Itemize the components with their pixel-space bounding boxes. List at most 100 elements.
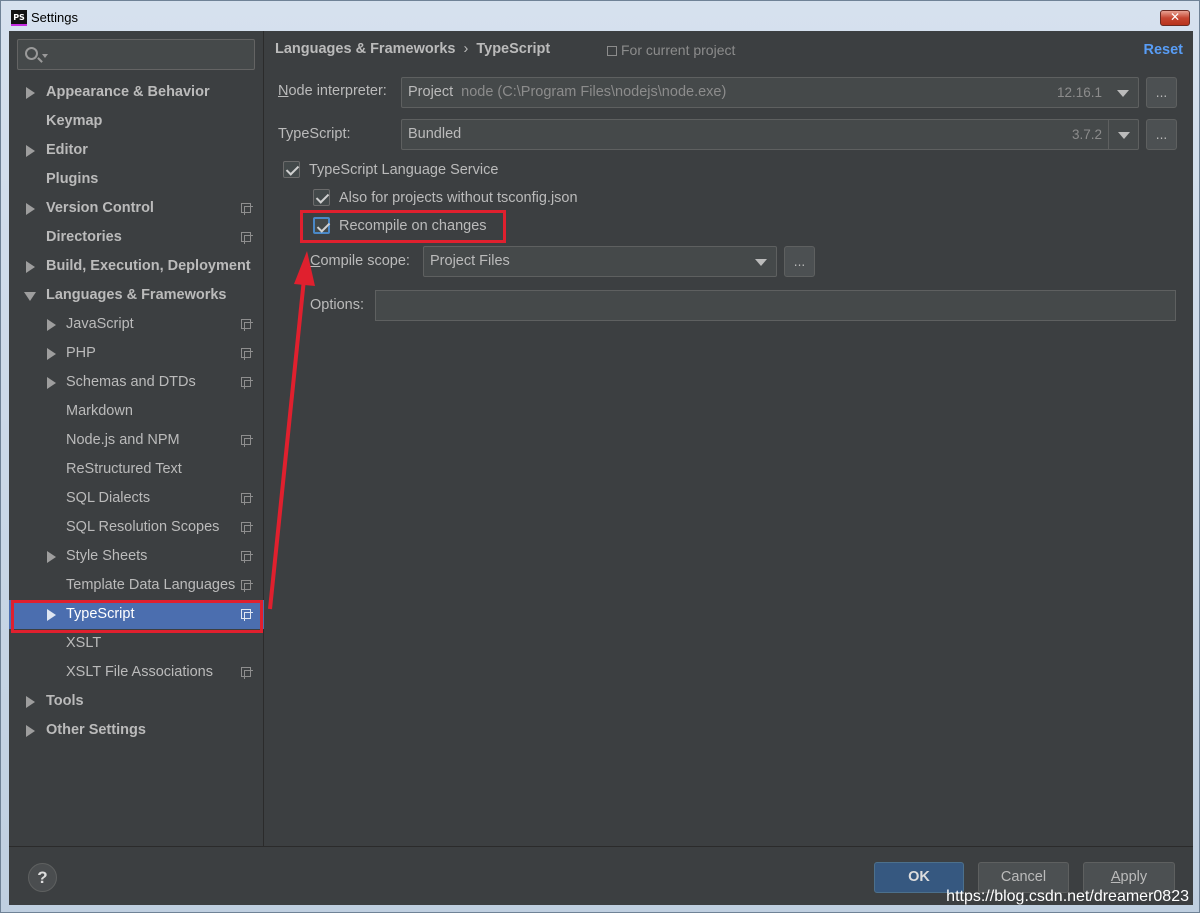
dialog-body: Appearance & Behavior Keymap Editor Plugins… (9, 31, 1193, 905)
chevron-down-icon[interactable] (1108, 78, 1138, 107)
sidebar-item-markdown[interactable]: Markdown (9, 397, 264, 426)
sidebar-item-xslt[interactable]: XSLT (9, 629, 264, 658)
reset-link[interactable]: Reset (1144, 42, 1184, 58)
window-title: Settings (31, 10, 78, 25)
sidebar-item-label: SQL Dialects (66, 490, 151, 506)
sidebar-item-javascript[interactable]: JavaScript (9, 310, 264, 339)
sidebar-item-restructured-text[interactable]: ReStructured Text (9, 455, 264, 484)
language-service-checkbox[interactable] (283, 161, 300, 178)
search-history-caret-icon[interactable] (42, 54, 48, 58)
project-level-icon (241, 551, 253, 563)
apply-label: pply (1120, 869, 1148, 885)
project-level-icon (241, 609, 253, 621)
project-level-icon (241, 522, 253, 534)
compile-scope-browse-button[interactable]: ... (784, 246, 815, 277)
recompile-checkbox[interactable] (313, 217, 330, 234)
close-window-button[interactable]: ✕ (1160, 10, 1190, 26)
sidebar-item-appearance-behavior[interactable]: Appearance & Behavior (9, 78, 264, 107)
sidebar-item-sql-resolution-scopes[interactable]: SQL Resolution Scopes (9, 513, 264, 542)
typescript-version: 3.7.2 (1071, 127, 1102, 142)
collapsed-arrow-icon[interactable] (26, 725, 35, 737)
breadcrumb-separator: › (463, 41, 469, 57)
chevron-down-icon[interactable] (746, 247, 776, 276)
compile-scope-label-text: ompile scope: (320, 253, 410, 269)
sidebar-item-node-js-and-npm[interactable]: Node.js and NPM (9, 426, 264, 455)
sidebar-item-tools[interactable]: Tools (9, 687, 264, 716)
chevron-down-icon[interactable] (1108, 120, 1138, 149)
sidebar-item-label: Keymap (46, 113, 103, 129)
expanded-arrow-icon[interactable] (24, 292, 36, 301)
sidebar-item-languages-frameworks[interactable]: Languages & Frameworks (9, 281, 264, 310)
project-level-icon (241, 348, 253, 360)
sidebar-item-label: Version Control (46, 200, 154, 216)
settings-window: PS Settings ✕ Appearance & Behavior Keyma… (0, 0, 1200, 913)
help-button[interactable]: ? (28, 863, 57, 892)
collapsed-arrow-icon[interactable] (47, 319, 56, 331)
collapsed-arrow-icon[interactable] (26, 87, 35, 99)
sidebar-item-label: Style Sheets (66, 548, 148, 564)
sidebar-item-label: Tools (46, 693, 84, 709)
sidebar-item-label: JavaScript (66, 316, 134, 332)
compile-scope-mnemonic: C (310, 253, 321, 269)
sidebar-item-plugins[interactable]: Plugins (9, 165, 264, 194)
sidebar-item-schemas-and-dtds[interactable]: Schemas and DTDs (9, 368, 264, 397)
typescript-version-select[interactable]: Bundled 3.7.2 (401, 119, 1139, 150)
breadcrumb: Languages & Frameworks › TypeScript (275, 41, 550, 57)
project-level-icon (241, 435, 253, 447)
sidebar-item-typescript[interactable]: TypeScript (9, 600, 264, 629)
no-tsconfig-checkbox[interactable] (313, 189, 330, 206)
collapsed-arrow-icon[interactable] (26, 261, 35, 273)
collapsed-arrow-icon[interactable] (26, 696, 35, 708)
sidebar-item-label: Node.js and NPM (66, 432, 180, 448)
typescript-value: Bundled (408, 126, 462, 142)
node-interpreter-label-text: ode interpreter: (288, 83, 387, 99)
no-tsconfig-label: Also for projects without tsconfig.json (339, 190, 578, 206)
sidebar-item-label: PHP (66, 345, 96, 361)
options-label: Options: (310, 297, 364, 313)
sidebar-item-php[interactable]: PHP (9, 339, 264, 368)
collapsed-arrow-icon[interactable] (47, 609, 56, 621)
sidebar-item-directories[interactable]: Directories (9, 223, 264, 252)
project-level-icon (241, 377, 253, 389)
options-input[interactable] (375, 290, 1176, 321)
settings-search-input[interactable] (17, 39, 255, 70)
project-level-icon (241, 580, 253, 592)
sidebar-item-label: Appearance & Behavior (46, 84, 210, 100)
compile-scope-select[interactable]: Project Files (423, 246, 777, 277)
node-interpreter-mnemonic: N (278, 83, 289, 99)
collapsed-arrow-icon[interactable] (26, 203, 35, 215)
sidebar-item-template-data-languages[interactable]: Template Data Languages (9, 571, 264, 600)
breadcrumb-parent[interactable]: Languages & Frameworks (275, 41, 456, 57)
sidebar-item-sql-dialects[interactable]: SQL Dialects (9, 484, 264, 513)
sidebar-item-other-settings[interactable]: Other Settings (9, 716, 264, 745)
typescript-settings-panel: Languages & Frameworks › TypeScript For cu… (265, 31, 1193, 846)
apply-mnemonic: A (1110, 869, 1121, 885)
sidebar-item-label: XSLT (66, 635, 102, 651)
node-interpreter-value: Project (408, 84, 454, 100)
project-scope-icon (607, 46, 617, 56)
sidebar-item-keymap[interactable]: Keymap (9, 107, 264, 136)
project-level-icon (241, 667, 253, 679)
sidebar-item-label: Template Data Languages (66, 577, 236, 593)
sidebar-item-editor[interactable]: Editor (9, 136, 264, 165)
recompile-label: Recompile on changes (339, 218, 487, 234)
collapsed-arrow-icon[interactable] (26, 145, 35, 157)
node-interpreter-select[interactable]: Project node (C:\Program Files\nodejs\nod… (401, 77, 1139, 108)
node-interpreter-browse-button[interactable]: ... (1146, 77, 1177, 108)
sidebar-item-xslt-file-associations[interactable]: XSLT File Associations (9, 658, 264, 687)
typescript-browse-button[interactable]: ... (1146, 119, 1177, 150)
collapsed-arrow-icon[interactable] (47, 377, 56, 389)
collapsed-arrow-icon[interactable] (47, 551, 56, 563)
sidebar-item-label: XSLT File Associations (66, 664, 213, 680)
collapsed-arrow-icon[interactable] (47, 348, 56, 360)
node-interpreter-path: node (C:\Program Files\nodejs\node.exe) (461, 84, 727, 100)
sidebar-item-label: Schemas and DTDs (66, 374, 196, 390)
sidebar-item-build-execution-deployment[interactable]: Build, Execution, Deployment (9, 252, 264, 281)
sidebar-item-label: Plugins (46, 171, 99, 187)
language-service-label: TypeScript Language Service (309, 162, 499, 178)
sidebar-item-style-sheets[interactable]: Style Sheets (9, 542, 264, 571)
sidebar-item-version-control[interactable]: Version Control (9, 194, 264, 223)
project-level-icon (241, 319, 253, 331)
sidebar-item-label: SQL Resolution Scopes (66, 519, 220, 535)
sidebar-item-label: Build, Execution, Deployment (46, 258, 251, 274)
